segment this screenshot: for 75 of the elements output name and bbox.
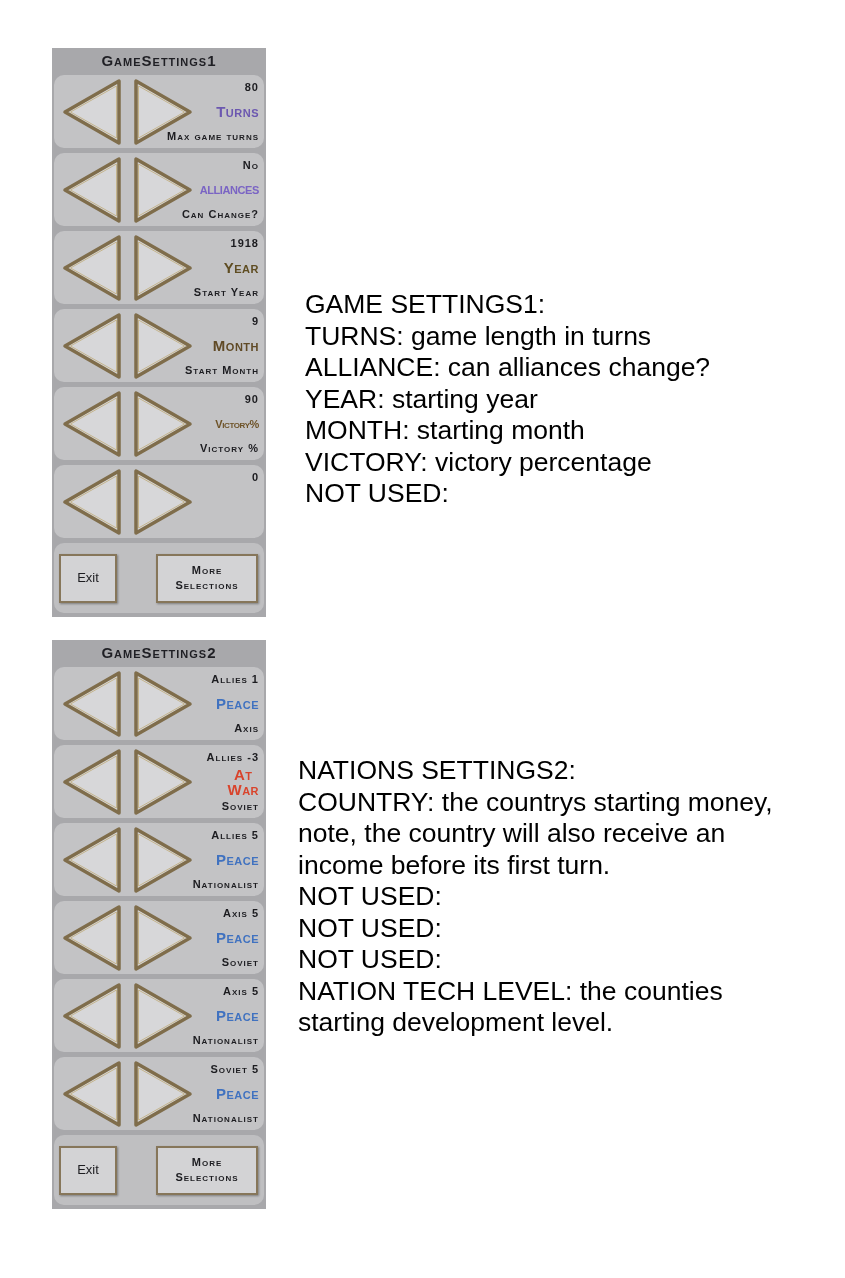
setting-description: Nationalist xyxy=(192,1111,259,1125)
left-arrow-icon[interactable] xyxy=(61,669,123,738)
help-text: MONTH: starting month xyxy=(305,415,586,447)
help-text: NOT USED: xyxy=(298,881,443,913)
left-arrow-icon[interactable] xyxy=(61,747,123,816)
setting-description: Axis xyxy=(234,721,259,735)
more-selections-button[interactable]: More Selections xyxy=(156,1145,258,1195)
left-arrow-icon[interactable] xyxy=(61,155,123,224)
setting-label: Peace xyxy=(215,1008,259,1023)
setting-description: Soviet xyxy=(221,799,259,813)
setting-label: At War xyxy=(227,766,259,797)
help-text: ALLIANCE: can alliances change? xyxy=(305,352,712,384)
setting-value: 9 xyxy=(251,314,259,328)
setting-label: Peace xyxy=(215,696,259,711)
right-arrow-icon[interactable] xyxy=(132,903,194,972)
setting-description: Nationalist xyxy=(192,1033,259,1047)
right-arrow-icon[interactable] xyxy=(132,77,194,146)
setting-value: Soviet 5 xyxy=(210,1062,259,1076)
setting-label: ALLIANCES xyxy=(199,182,259,197)
setting-description: Soviet xyxy=(221,955,259,969)
right-arrow-icon[interactable] xyxy=(132,747,194,816)
left-arrow-icon[interactable] xyxy=(61,825,123,894)
setting-value: Axis 5 xyxy=(223,906,259,920)
setting-label: Victory% xyxy=(215,416,259,431)
setting-value: 0 xyxy=(251,470,259,484)
setting-label: Year xyxy=(223,260,259,275)
help-text: NATION TECH LEVEL: the counties starting development level. xyxy=(298,975,724,1039)
left-arrow-icon[interactable] xyxy=(61,903,123,972)
help-text: GAME SETTINGS1: xyxy=(305,289,546,321)
help-text: NOT USED: xyxy=(298,912,443,944)
right-arrow-icon[interactable] xyxy=(132,825,194,894)
setting-description: Can Change? xyxy=(181,207,259,221)
help-text: NATIONS SETTINGS2: xyxy=(298,755,577,787)
help-text: VICTORY: victory percentage xyxy=(305,446,653,478)
setting-label: Peace xyxy=(215,852,259,867)
setting-value: 90 xyxy=(244,392,259,406)
left-arrow-icon[interactable] xyxy=(61,311,123,380)
setting-description: Victory % xyxy=(200,441,259,455)
setting-label: Peace xyxy=(215,1086,259,1101)
setting-value: Allies 5 xyxy=(211,828,259,842)
setting-value: Allies -3 xyxy=(206,750,259,764)
setting-value: 80 xyxy=(244,80,259,94)
left-arrow-icon[interactable] xyxy=(61,77,123,146)
right-arrow-icon[interactable] xyxy=(132,467,194,536)
setting-description: Start Year xyxy=(193,285,259,299)
left-arrow-icon[interactable] xyxy=(61,467,123,536)
right-arrow-icon[interactable] xyxy=(132,233,194,302)
exit-button[interactable]: Exit xyxy=(59,553,117,603)
left-arrow-icon[interactable] xyxy=(61,233,123,302)
setting-description: Start Month xyxy=(185,363,259,377)
right-arrow-icon[interactable] xyxy=(132,1059,194,1128)
more-selections-button[interactable]: More Selections xyxy=(156,553,258,603)
setting-label: Peace xyxy=(215,930,259,945)
setting-label: Month xyxy=(212,338,259,353)
setting-value: Axis 5 xyxy=(223,984,259,998)
help-text: NOT USED: xyxy=(305,478,450,510)
help-text: COUNTRY: the countrys starting money, note, the country will also receive an income before its first turn. xyxy=(298,786,774,881)
panel-title: GameSettings2 xyxy=(101,644,217,662)
setting-value: Allies 1 xyxy=(211,672,259,686)
setting-description: Max game turns xyxy=(167,129,259,143)
right-arrow-icon[interactable] xyxy=(132,389,194,458)
left-arrow-icon[interactable] xyxy=(61,1059,123,1128)
exit-button[interactable]: Exit xyxy=(59,1145,117,1195)
left-arrow-icon[interactable] xyxy=(61,981,123,1050)
setting-description: Nationalist xyxy=(192,877,259,891)
help-text: YEAR: starting year xyxy=(305,383,539,415)
setting-value: No xyxy=(242,158,259,172)
setting-value: 1918 xyxy=(230,236,259,250)
help-text: TURNS: game length in turns xyxy=(305,320,653,352)
right-arrow-icon[interactable] xyxy=(132,981,194,1050)
left-arrow-icon[interactable] xyxy=(61,389,123,458)
help-text: NOT USED: xyxy=(298,944,443,976)
right-arrow-icon[interactable] xyxy=(132,669,194,738)
setting-label: Turns xyxy=(216,104,259,119)
panel-title: GameSettings1 xyxy=(101,52,217,70)
